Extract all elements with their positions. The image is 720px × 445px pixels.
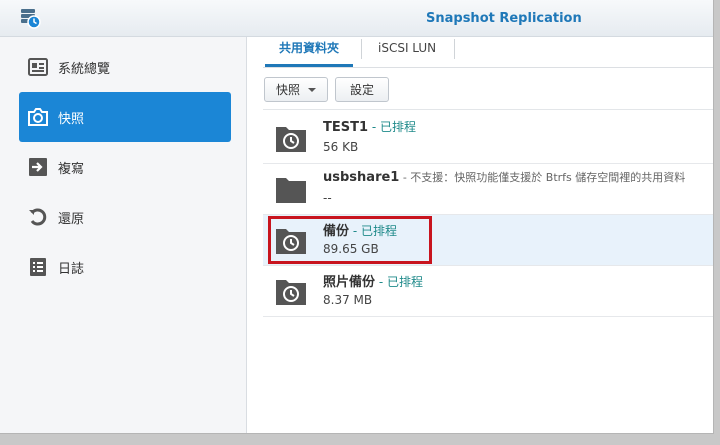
toolbar-divider <box>263 109 713 110</box>
restore-icon <box>27 206 49 228</box>
log-icon <box>27 256 49 278</box>
window-title: Snapshot Replication <box>426 11 582 26</box>
sidebar-item-snapshot[interactable]: 快照 <box>19 92 231 142</box>
share-size: 56 KB <box>323 140 359 154</box>
title-bar: Snapshot Replication <box>0 0 713 37</box>
sidebar-item-label: 日誌 <box>58 261 85 277</box>
share-name: TEST1 - 已排程 <box>323 120 416 135</box>
sidebar-item-label: 複寫 <box>58 161 85 177</box>
table-row[interactable]: TEST1 - 已排程 56 KB <box>263 113 713 164</box>
sidebar: 系統總覽 快照 複寫 還原 日誌 <box>0 37 247 433</box>
camera-icon <box>27 106 49 128</box>
highlight-box <box>268 216 432 264</box>
table-row[interactable]: 照片備份 - 已排程 8.37 MB <box>263 266 713 317</box>
tab-iscsi-lun[interactable]: iSCSI LUN <box>364 37 450 66</box>
share-status: - 已排程 <box>368 120 416 134</box>
share-size: -- <box>323 191 332 205</box>
share-size: 8.37 MB <box>323 293 373 307</box>
sidebar-item-replication[interactable]: 複寫 <box>19 142 231 192</box>
tab-divider <box>454 39 455 59</box>
replication-icon <box>27 156 49 178</box>
overview-icon <box>27 56 49 78</box>
sidebar-item-label: 快照 <box>58 111 85 127</box>
sidebar-item-restore[interactable]: 還原 <box>19 192 231 242</box>
share-name: usbshare1 - 不支援：快照功能僅支援於 Btrfs 儲存空間裡的共用資… <box>323 170 686 185</box>
sidebar-item-overview[interactable]: 系統總覽 <box>19 42 231 92</box>
share-status: - 已排程 <box>375 275 423 289</box>
settings-button[interactable]: 設定 <box>335 77 389 102</box>
chevron-down-icon <box>308 88 316 92</box>
tab-shared-folder[interactable]: 共用資料夾 <box>265 37 354 67</box>
snapshot-button[interactable]: 快照 <box>264 77 328 102</box>
snapshot-button-label: 快照 <box>275 83 300 97</box>
tab-divider <box>361 39 362 59</box>
tab-bar: 共用資料夾 iSCSI LUN <box>263 37 713 68</box>
share-status: - 不支援：快照功能僅支援於 Btrfs 儲存空間裡的共用資料 <box>399 171 686 184</box>
table-row[interactable]: usbshare1 - 不支援：快照功能僅支援於 Btrfs 儲存空間裡的共用資… <box>263 164 713 215</box>
app-icon <box>21 9 41 29</box>
sidebar-item-label: 系統總覽 <box>58 61 111 77</box>
scheduled-folder-icon <box>276 280 306 305</box>
folder-icon <box>276 178 306 203</box>
sidebar-item-log[interactable]: 日誌 <box>19 242 231 292</box>
app-window: Snapshot Replication 系統總覽 快照 複寫 還原 日誌 共用… <box>0 0 714 434</box>
scheduled-folder-icon <box>276 127 306 152</box>
share-name: 照片備份 - 已排程 <box>323 275 423 290</box>
sidebar-item-label: 還原 <box>58 211 85 227</box>
